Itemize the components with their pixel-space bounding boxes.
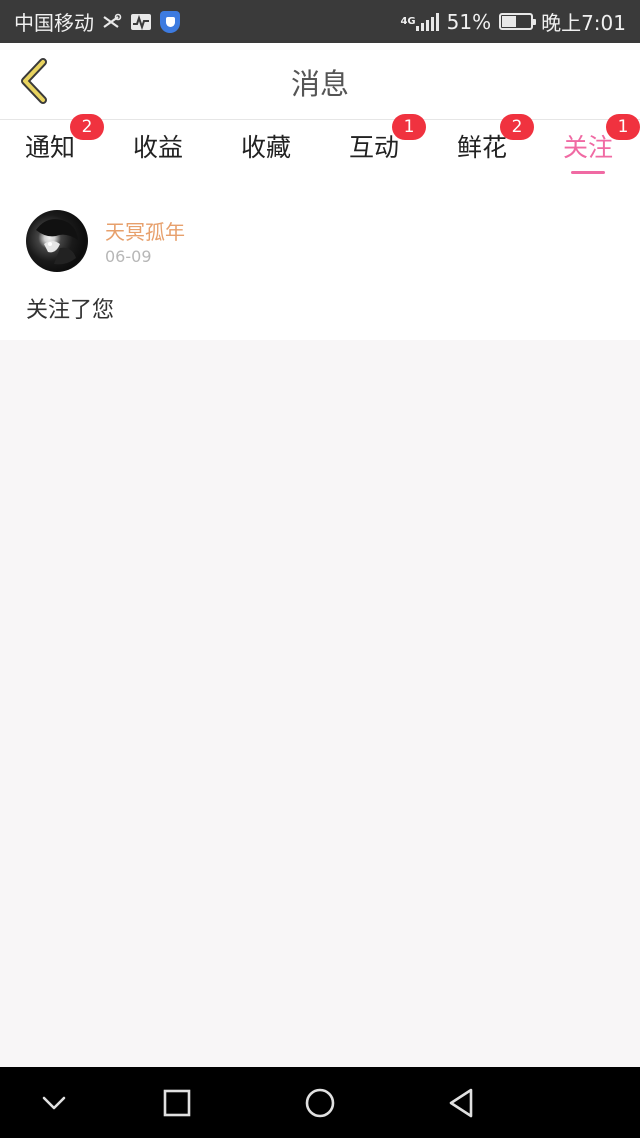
tab-favorites[interactable]: 收藏 [216, 120, 316, 184]
tab-badge: 1 [606, 114, 640, 140]
tab-label: 关注 [562, 133, 613, 162]
carrier-name: 中国移动 [14, 11, 94, 35]
active-tab-indicator [571, 171, 605, 174]
chevron-down-icon[interactable] [30, 1079, 78, 1127]
tab-label: 收益 [132, 133, 183, 162]
square-icon[interactable] [153, 1079, 201, 1127]
message-list: 天冥孤年 06-09 关注了您 [0, 184, 640, 340]
signal-icon: 4G [400, 12, 439, 31]
page-title: 消息 [290, 66, 349, 101]
battery-icon [499, 13, 537, 30]
avatar[interactable] [26, 210, 88, 272]
status-bar: 中国移动 4G 51% 晚上7:01 [0, 0, 640, 43]
header: 消息 [0, 43, 640, 120]
tab-label: 互动 [348, 133, 399, 162]
status-right: 4G 51% 晚上7:01 [400, 7, 626, 36]
circle-icon[interactable] [296, 1079, 344, 1127]
message-text: 关注了您 [26, 298, 115, 323]
network-type: 4G [400, 15, 416, 27]
tab-badge: 2 [500, 114, 534, 140]
tab-earnings[interactable]: 收益 [108, 120, 208, 184]
activity-icon [130, 13, 152, 31]
tab-label: 收藏 [240, 133, 291, 162]
tab-label: 通知 [24, 133, 75, 162]
tab-flowers[interactable]: 鲜花 2 [432, 114, 534, 184]
page: 中国移动 4G 51% 晚上7:01 消息 通知 2 收益 收藏 互动 1 鲜花… [0, 0, 640, 1138]
tab-interactions[interactable]: 互动 1 [324, 114, 426, 184]
triangle-back-icon[interactable] [437, 1079, 485, 1127]
scissors-icon [102, 13, 122, 31]
username[interactable]: 天冥孤年 [105, 216, 185, 245]
tab-label: 鲜花 [456, 133, 507, 162]
navigation-bar [0, 1067, 640, 1138]
tab-badge: 2 [70, 114, 104, 140]
status-left: 中国移动 [14, 7, 180, 36]
shield-icon [160, 10, 180, 33]
tab-bar: 通知 2 收益 收藏 互动 1 鲜花 2 关注 1 [0, 114, 640, 184]
clock: 晚上7:01 [541, 11, 626, 35]
message-date: 06-09 [105, 247, 152, 266]
tab-badge: 1 [392, 114, 426, 140]
battery-percent: 51% [446, 9, 492, 34]
tab-follows[interactable]: 关注 1 [538, 114, 640, 184]
tab-notifications[interactable]: 通知 2 [0, 114, 104, 184]
